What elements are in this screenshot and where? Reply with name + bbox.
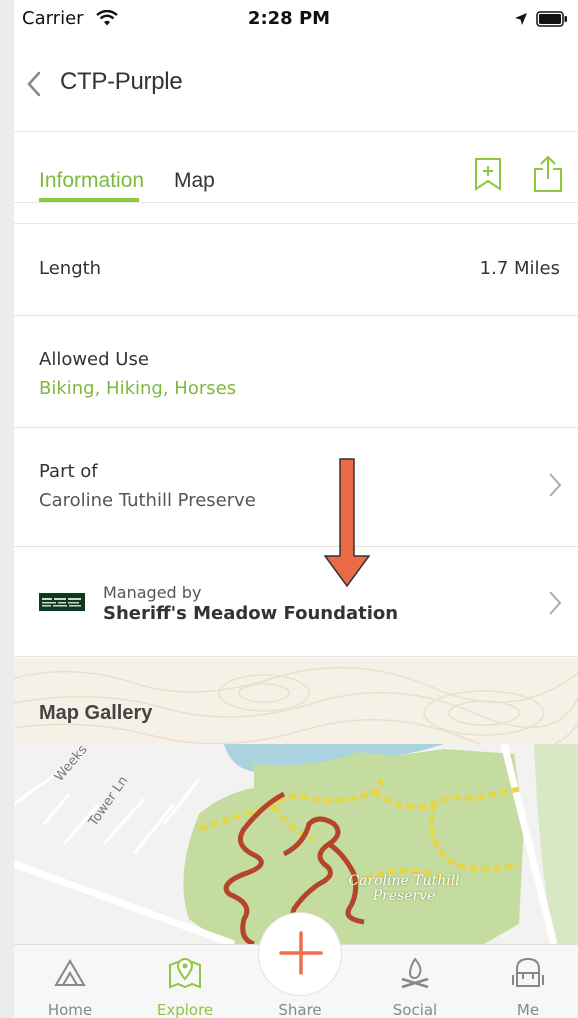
location-arrow-icon [515,13,527,25]
left-edge-strip [0,0,14,1018]
mountain-icon [54,959,86,986]
tab-label: Home [47,1001,93,1018]
tab-social[interactable]: Social [360,945,470,1018]
map-gallery-header: Map Gallery [14,658,578,744]
page-title: CTP-Purple [60,68,183,95]
tab-explore[interactable]: Explore [130,945,240,1018]
managed-by-value: Sheriff's Meadow Foundation [103,603,399,624]
topo-pattern-icon [14,666,578,744]
tab-label: Social [392,1001,438,1018]
status-time: 2:28 PM [247,8,331,29]
organization-logo [39,593,85,611]
allowed-use-row: Allowed Use Biking, Hiking, Horses [14,316,578,428]
map-gallery-title: Map Gallery [39,702,153,724]
tab-label: Share [278,1001,322,1018]
backpack-icon [512,957,544,987]
allowed-use-label: Allowed Use [39,349,149,370]
plus-icon [279,931,323,975]
status-bar: Carrier 2:28 PM [0,0,578,38]
managed-by-label: Managed by [103,583,202,602]
chevron-left-icon[interactable] [24,70,44,98]
bookmark-add-icon[interactable] [473,157,503,191]
chevron-right-icon [549,591,562,615]
tab-me[interactable]: Me [473,945,578,1018]
map-pin-icon [169,958,201,989]
share-button[interactable] [258,912,342,996]
battery-icon [536,11,567,27]
tab-label: Explore [156,1001,214,1018]
length-label: Length [39,258,102,279]
campfire-icon [401,957,429,989]
tab-map[interactable]: Map [174,169,215,193]
share-icon[interactable] [532,155,564,193]
allowed-use-value: Biking, Hiking, Horses [39,378,237,399]
length-value: 1.7 Miles [479,258,560,279]
active-tab-indicator [39,198,139,202]
chevron-right-icon [549,473,562,497]
part-of-label: Part of [39,461,98,482]
segment-tabs: Information Map [14,133,578,203]
annotation-arrow-down-icon [324,458,370,588]
part-of-value: Caroline Tuthill Preserve [39,490,256,511]
length-row: Length 1.7 Miles [14,224,578,316]
navigation-bar: CTP-Purple [14,38,578,132]
tab-label: Me [516,1001,540,1018]
logo-lettering-icon [42,598,81,607]
tab-information[interactable]: Information [39,169,144,193]
managed-by-row[interactable]: Managed by Sheriff's Meadow Foundation [14,547,578,657]
part-of-row[interactable]: Part of Caroline Tuthill Preserve [14,428,578,547]
preserve-label: Caroline Tuthill Preserve [348,873,460,904]
tab-home[interactable]: Home [15,945,125,1018]
